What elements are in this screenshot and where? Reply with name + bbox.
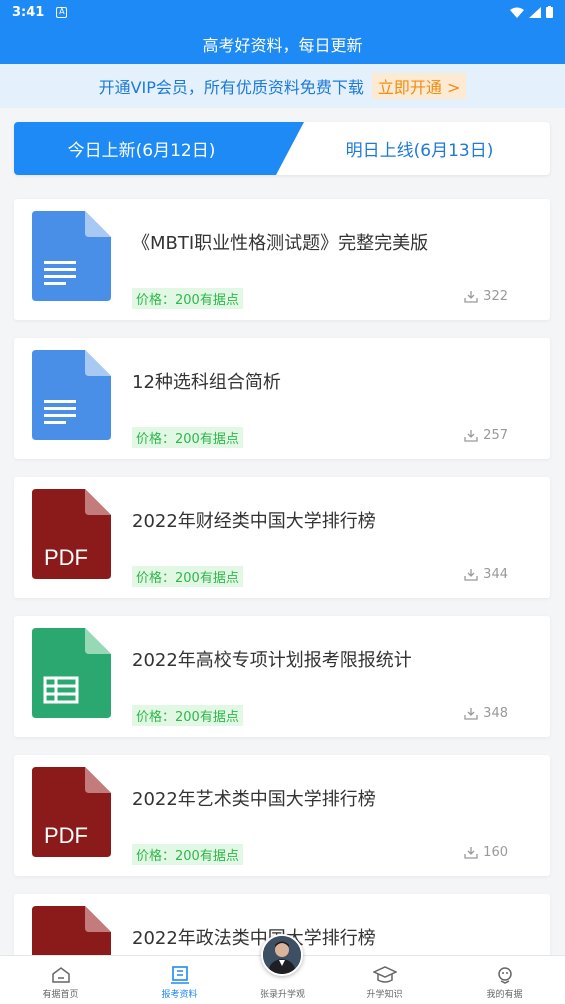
pdf-label: PDF <box>44 823 88 848</box>
item-downloads: 322 <box>464 289 508 304</box>
nav-profile[interactable]: 我的有据 <box>448 956 561 1004</box>
tab-today[interactable]: 今日上新(6月12日) <box>14 122 269 175</box>
wifi-icon <box>510 7 524 18</box>
nav-center-label: 张录升学观 <box>259 990 305 1000</box>
list-item[interactable]: 12种选科组合简析 价格：200有据点 257 <box>14 338 550 459</box>
pdf-file-icon: PDF <box>32 489 111 579</box>
item-price: 价格：200有据点 <box>132 288 243 309</box>
avatar[interactable] <box>261 934 303 976</box>
vip-text: 开通VIP会员，所有优质资料免费下载 <box>98 78 364 97</box>
nav-profile-label: 我的有据 <box>486 990 523 1000</box>
page-header: 高考好资料，每日更新 <box>0 24 565 64</box>
item-price: 价格：200有据点 <box>132 566 243 587</box>
graduation-cap-icon <box>372 966 397 983</box>
nav-home-label: 有据首页 <box>42 990 79 1000</box>
download-count: 344 <box>483 567 508 582</box>
tab-today-label: 今日上新(6月12日) <box>67 141 216 161</box>
signal-icon <box>529 6 541 18</box>
item-downloads: 344 <box>464 567 508 582</box>
vip-open-button[interactable]: 立即开通 > <box>371 73 467 99</box>
profile-icon <box>497 967 512 984</box>
status-time: 3:41 <box>12 4 45 20</box>
vip-banner[interactable]: 开通VIP会员，所有优质资料免费下载 立即开通 > <box>0 64 565 108</box>
download-icon <box>464 430 478 442</box>
home-icon <box>51 967 70 983</box>
list-item[interactable]: 2022年高校专项计划报考限报统计 价格：200有据点 348 <box>14 616 550 737</box>
status-bar: 3:41 A <box>0 0 565 24</box>
item-title: 2022年政法类中国大学排行榜 <box>132 928 376 949</box>
download-count: 257 <box>483 428 508 443</box>
list-item[interactable]: PDF 2022年财经类中国大学排行榜 价格：200有据点 344 <box>14 477 550 598</box>
download-count: 322 <box>483 289 508 304</box>
item-downloads: 257 <box>464 428 508 443</box>
item-price: 价格：200有据点 <box>132 427 243 448</box>
tab-tomorrow[interactable]: 明日上线(6月13日) <box>289 122 550 175</box>
notification-icon: A <box>56 6 68 18</box>
tab-tomorrow-label: 明日上线(6月13日) <box>345 141 494 161</box>
battery-icon <box>546 6 553 18</box>
pdf-file-icon: PDF <box>32 767 111 857</box>
item-title: 12种选科组合简析 <box>132 372 281 393</box>
book-icon <box>170 966 189 984</box>
doc-file-icon <box>32 211 111 301</box>
item-price: 价格：200有据点 <box>132 844 243 865</box>
download-count: 348 <box>483 706 508 721</box>
pdf-label: PDF <box>44 545 88 570</box>
item-downloads: 160 <box>464 845 508 860</box>
nav-home[interactable]: 有据首页 <box>4 956 117 1004</box>
nav-materials[interactable]: 报考资料 <box>123 956 236 1004</box>
download-icon <box>464 847 478 859</box>
download-icon <box>464 708 478 720</box>
item-title: 《MBTI职业性格测试题》完整完美版 <box>132 233 429 254</box>
nav-knowledge[interactable]: 升学知识 <box>328 956 441 1004</box>
item-title: 2022年财经类中国大学排行榜 <box>132 511 376 532</box>
date-tabs: 今日上新(6月12日) 明日上线(6月13日) <box>14 122 550 175</box>
nav-materials-label: 报考资料 <box>161 990 198 1000</box>
item-title: 2022年高校专项计划报考限报统计 <box>132 650 412 671</box>
sheet-file-icon <box>32 628 111 718</box>
person-avatar-icon <box>263 936 301 974</box>
download-icon <box>464 569 478 581</box>
item-price: 价格：200有据点 <box>132 705 243 726</box>
list-item[interactable]: 《MBTI职业性格测试题》完整完美版 价格：200有据点 322 <box>14 199 550 320</box>
page-title: 高考好资料，每日更新 <box>202 36 363 55</box>
nav-knowledge-label: 升学知识 <box>366 990 403 1000</box>
item-title: 2022年艺术类中国大学排行榜 <box>132 789 376 810</box>
download-count: 160 <box>483 845 508 860</box>
download-icon <box>464 291 478 303</box>
doc-file-icon <box>32 350 111 440</box>
item-downloads: 348 <box>464 706 508 721</box>
list-item[interactable]: PDF 2022年艺术类中国大学排行榜 价格：200有据点 160 <box>14 755 550 876</box>
